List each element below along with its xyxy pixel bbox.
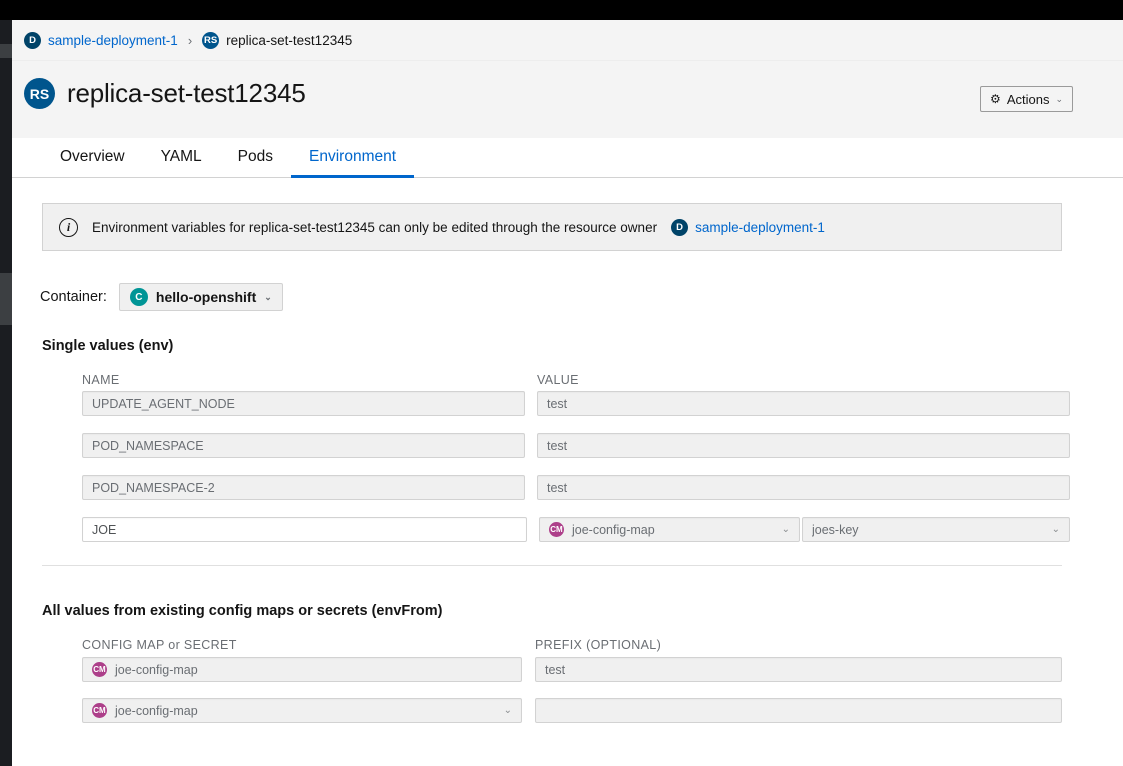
configmap-badge-icon: CM <box>92 662 107 677</box>
env-key-select-value-3: joes-key <box>812 522 859 537</box>
rail-indicator-top <box>0 44 12 58</box>
breadcrumb-item-replicaset: RS replica-set-test12345 <box>202 31 353 49</box>
tab-yaml[interactable]: YAML <box>143 148 220 177</box>
breadcrumb-item-deployment[interactable]: D sample-deployment-1 <box>24 31 178 49</box>
console-page: D sample-deployment-1 › RS replica-set-t… <box>0 0 1123 766</box>
section-title-envfrom: All values from existing config maps or … <box>42 603 443 619</box>
section-title-env: Single values (env) <box>42 338 174 354</box>
breadcrumb-link-deployment[interactable]: sample-deployment-1 <box>48 33 178 48</box>
column-header-name: NAME <box>82 373 120 387</box>
container-select[interactable]: C hello-openshift ⌄ <box>118 283 283 311</box>
deployment-badge-icon-alert: D <box>671 218 689 236</box>
chevron-down-icon: ⌄ <box>781 524 790 535</box>
container-badge-icon: C <box>129 288 148 306</box>
env-value-input-1[interactable]: test <box>537 433 1070 458</box>
breadcrumb-separator-icon: › <box>187 32 193 48</box>
configmap-badge-icon: CM <box>549 522 564 537</box>
rail-indicator-active <box>0 273 12 325</box>
tab-overview[interactable]: Overview <box>42 148 143 177</box>
section-divider <box>42 565 1062 566</box>
env-value-input-0[interactable]: test <box>537 391 1070 416</box>
env-resource-select-value-3: joe-config-map <box>572 522 655 537</box>
envfrom-resource-value-0: joe-config-map <box>115 662 198 677</box>
envfrom-resource-value-1: joe-config-map <box>115 703 198 718</box>
env-resource-select-3[interactable]: CM joe-config-map ⌄ <box>539 517 800 542</box>
breadcrumb-current-label: replica-set-test12345 <box>226 32 353 48</box>
breadcrumb: D sample-deployment-1 › RS replica-set-t… <box>12 20 1123 61</box>
gear-icon: ⚙ <box>990 92 1001 106</box>
env-name-input-1[interactable]: POD_NAMESPACE <box>82 433 525 458</box>
page-title: replica-set-test12345 <box>67 78 306 108</box>
env-name-input-2[interactable]: POD_NAMESPACE-2 <box>82 475 525 500</box>
page-header: RS replica-set-test12345 ⚙ Actions ⌄ <box>12 61 1123 138</box>
actions-button[interactable]: ⚙ Actions ⌄ <box>980 86 1073 112</box>
env-key-select-3[interactable]: joes-key ⌄ <box>802 517 1070 542</box>
column-header-prefix: PREFIX (OPTIONAL) <box>535 638 662 652</box>
deployment-badge-icon: D <box>24 31 41 49</box>
info-alert-owner-link[interactable]: D sample-deployment-1 <box>671 218 825 236</box>
owner-link-label[interactable]: sample-deployment-1 <box>695 220 825 235</box>
column-header-value: VALUE <box>537 373 579 387</box>
container-select-value: hello-openshift <box>155 289 257 305</box>
envfrom-resource-select-1[interactable]: CM joe-config-map ⌄ <box>82 698 522 723</box>
env-name-input-0[interactable]: UPDATE_AGENT_NODE <box>82 391 525 416</box>
page-title-row: RS replica-set-test12345 <box>24 78 306 109</box>
info-alert: i Environment variables for replica-set-… <box>42 203 1062 251</box>
left-navigation-rail[interactable] <box>0 20 12 766</box>
envfrom-prefix-input-1[interactable] <box>535 698 1062 723</box>
replicaset-badge-icon-large: RS <box>24 78 55 109</box>
chevron-down-icon: ⌄ <box>503 705 512 716</box>
info-icon: i <box>59 217 78 237</box>
column-header-configmap-or-secret: CONFIG MAP or SECRET <box>82 638 237 652</box>
environment-panel: i Environment variables for replica-set-… <box>12 179 1123 766</box>
chevron-down-icon: ⌄ <box>1051 524 1060 535</box>
masthead-bar <box>0 0 1123 20</box>
info-alert-message: Environment variables for replica-set-te… <box>92 219 658 235</box>
tab-environment[interactable]: Environment <box>291 148 415 178</box>
env-value-input-2[interactable]: test <box>537 475 1070 500</box>
replicaset-badge-icon: RS <box>202 31 220 49</box>
chevron-down-icon: ⌄ <box>264 291 272 302</box>
tab-bar: Overview YAML Pods Environment <box>12 138 1123 178</box>
envfrom-prefix-input-0[interactable]: test <box>535 657 1062 682</box>
container-label: Container: <box>40 289 107 305</box>
chevron-down-icon: ⌄ <box>1055 93 1063 104</box>
configmap-badge-icon: CM <box>92 703 107 718</box>
env-name-input-3[interactable]: JOE <box>82 517 527 542</box>
envfrom-resource-select-0[interactable]: CM joe-config-map <box>82 657 522 682</box>
tab-pods[interactable]: Pods <box>220 148 291 177</box>
container-selector-row: Container: C hello-openshift ⌄ <box>40 283 283 311</box>
actions-button-label: Actions <box>1006 91 1050 107</box>
